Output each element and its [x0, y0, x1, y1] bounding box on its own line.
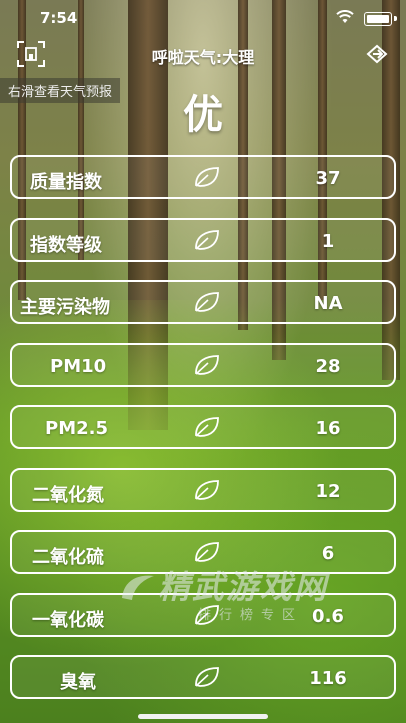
leaf-icon [192, 165, 222, 189]
battery-icon [364, 12, 392, 26]
row-value: 1 [321, 230, 335, 252]
list-item[interactable]: 质量指数 37 [10, 155, 396, 199]
row-value: 116 [309, 668, 347, 689]
row-label: 主要污染物 [20, 297, 110, 318]
leaf-icon [192, 603, 222, 627]
leaf-icon [192, 540, 222, 564]
row-label: 指数等级 [30, 234, 102, 256]
row-label: 质量指数 [30, 172, 102, 193]
leaf-icon [192, 665, 222, 689]
share-icon[interactable] [364, 42, 390, 66]
home-indicator[interactable] [138, 714, 268, 719]
status-time: 7:54 [40, 9, 78, 27]
row-label: PM10 [50, 355, 107, 377]
row-value: 6 [321, 543, 335, 564]
row-value: 12 [315, 480, 341, 502]
leaf-icon [192, 353, 222, 377]
list-item[interactable]: 主要污染物 NA [10, 280, 396, 324]
list-item[interactable]: 二氧化硫 6 [10, 530, 396, 574]
row-label: 二氧化硫 [32, 547, 104, 568]
battery-tip [394, 16, 397, 21]
list-item[interactable]: 二氧化氮 12 [10, 467, 396, 512]
row-label: PM2.5 [45, 418, 108, 439]
leaf-icon [192, 290, 222, 314]
row-value: NA [313, 293, 343, 314]
leaf-icon [192, 228, 222, 252]
status-bar: 7:54 [0, 0, 406, 36]
list-item[interactable]: 一氧化碳 0.6 [10, 592, 396, 637]
list-item[interactable]: 指数等级 1 [10, 217, 396, 262]
row-label: 臭氧 [60, 672, 96, 693]
row-value: 0.6 [312, 605, 344, 627]
row-value: 28 [315, 355, 341, 377]
list-item[interactable]: PM10 28 [10, 342, 396, 387]
row-label: 二氧化氮 [32, 484, 104, 506]
aqi-level: 优 [183, 92, 223, 138]
list-item[interactable]: 臭氧 116 [10, 655, 396, 699]
row-value: 16 [315, 418, 341, 439]
row-label: 一氧化碳 [32, 609, 104, 631]
row-value: 37 [315, 168, 341, 189]
leaf-icon [192, 415, 222, 439]
leaf-icon [192, 478, 222, 502]
page-title: 呼啦天气:大理 [151, 48, 255, 67]
nav-bar: 呼啦天气:大理 [0, 36, 406, 72]
list-item[interactable]: PM2.5 16 [10, 405, 396, 449]
wifi-icon [336, 10, 354, 28]
aqi-list: 质量指数 37 指数等级 1 主要污染物 NA PM10 28 PM2.5 16… [10, 155, 396, 718]
